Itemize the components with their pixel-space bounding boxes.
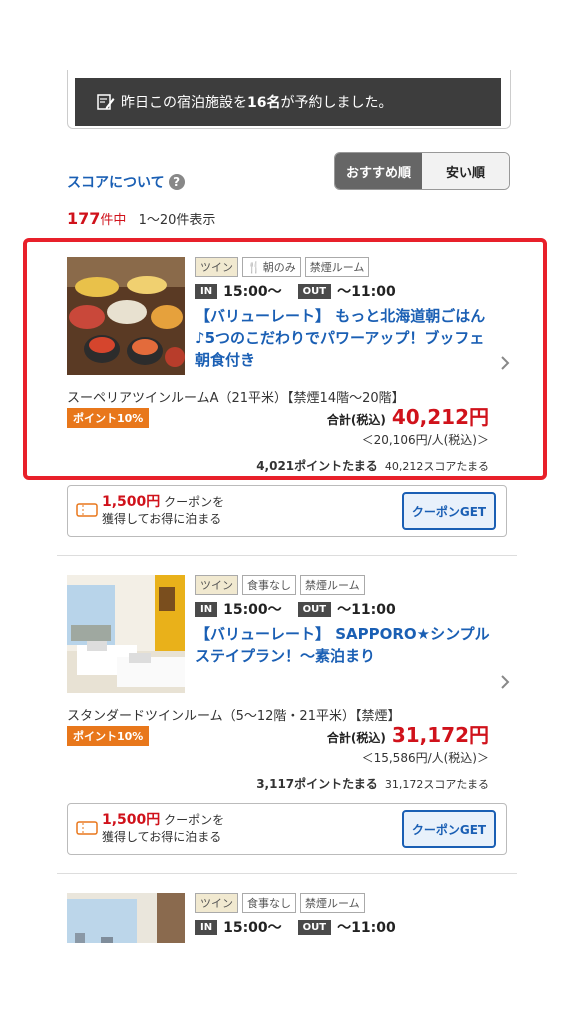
price-value: 31,172円 — [391, 723, 489, 747]
tag-meal: 食事なし — [242, 893, 296, 913]
result-unit: 件中 — [100, 213, 127, 228]
plan-card[interactable]: ツイン 食事なし 禁煙ルーム IN 15:00〜 OUT 〜11:00 — [67, 893, 517, 943]
notice-post: が予約しました。 — [280, 95, 393, 111]
coupon-amount: 1,500円 — [102, 494, 161, 510]
score-amount: 31,172 — [384, 778, 424, 791]
total-label: 合計(税込) — [326, 731, 386, 745]
checkin-badge: IN — [195, 601, 218, 617]
booking-notice-banner: 昨日この宿泊施設を 16名 が予約しました。 — [75, 78, 501, 126]
result-count: 177件中 1〜20件表示 — [67, 209, 215, 228]
coupon-get-button[interactable]: クーポンGET — [402, 492, 496, 530]
plan-tags: ツイン 食事なし 禁煙ルーム — [195, 575, 365, 595]
checkin-checkout: IN 15:00〜 OUT 〜11:00 — [195, 917, 396, 937]
result-total: 177 — [67, 209, 101, 228]
coupon-line2: 獲得してお得に泊まる — [102, 512, 222, 526]
sort-recommended-button[interactable]: おすすめ順 — [335, 153, 422, 189]
plan-photo-room-view — [67, 893, 185, 943]
coupon-get-button[interactable]: クーポンGET — [402, 810, 496, 848]
score-info-label: スコアについて — [67, 175, 165, 191]
checkout-time: 〜11:00 — [337, 920, 396, 936]
tag-room-type: ツイン — [195, 575, 238, 595]
score-text: スコアたまる — [423, 778, 489, 791]
points-amount: 3,117 — [256, 777, 295, 791]
coupon-line1: クーポンを — [164, 495, 225, 509]
per-person-price: ＜15,586円/人(税込)＞ — [361, 751, 489, 765]
coupon-text: 1,500円 クーポンを 獲得してお得に泊まる — [102, 494, 224, 528]
checkout-badge: OUT — [297, 601, 332, 617]
points-text: ポイントたまる — [294, 777, 378, 791]
coupon-ticket-icon — [76, 503, 98, 517]
checkout-time: 〜11:00 — [337, 602, 396, 618]
tag-room-type: ツイン — [195, 893, 238, 913]
sort-cheapest-button[interactable]: 安い順 — [422, 153, 509, 189]
notice-count: 16名 — [247, 95, 281, 111]
coupon-amount: 1,500円 — [102, 812, 161, 828]
total-price: 合計(税込) 31,172円 — [327, 719, 489, 748]
checkin-time: 15:00〜 — [223, 602, 282, 618]
score-info-link[interactable]: スコアについて ? — [67, 172, 185, 192]
checkin-checkout: IN 15:00〜 OUT 〜11:00 — [195, 599, 396, 619]
notice-pre: 昨日この宿泊施設を — [121, 95, 247, 111]
sort-toggle: おすすめ順 安い順 — [334, 152, 510, 190]
tag-meal: 食事なし — [242, 575, 296, 595]
plan-card[interactable]: ツイン 食事なし 禁煙ルーム IN 15:00〜 OUT 〜11:00 【バリュ… — [67, 575, 517, 792]
checkin-time: 15:00〜 — [223, 920, 282, 936]
points-earned: 3,117ポイントたまる 31,172スコアたまる — [256, 775, 489, 792]
plan-title[interactable]: 【バリューレート】 SAPPORO★シンプルステイプラン！〜素泊まり — [195, 623, 495, 667]
plan-photo-twin-room — [67, 575, 185, 693]
tag-smoking: 禁煙ルーム — [300, 893, 365, 913]
coupon-card: 1,500円 クーポンを 獲得してお得に泊まる クーポンGET — [67, 485, 507, 537]
coupon-line1: クーポンを — [164, 813, 225, 827]
coupon-line2: 獲得してお得に泊まる — [102, 830, 222, 844]
result-range: 1〜20件表示 — [138, 213, 216, 228]
coupon-ticket-icon — [76, 821, 98, 835]
points-badge: ポイント10% — [67, 726, 150, 746]
help-icon: ? — [168, 174, 185, 190]
coupon-card: 1,500円 クーポンを 獲得してお得に泊まる クーポンGET — [67, 803, 507, 855]
edit-note-icon — [97, 94, 115, 110]
coupon-text: 1,500円 クーポンを 獲得してお得に泊まる — [102, 812, 224, 846]
highlight-box — [23, 238, 547, 480]
checkout-badge: OUT — [297, 919, 332, 935]
chevron-right-icon[interactable] — [499, 673, 511, 691]
plan-tags: ツイン 食事なし 禁煙ルーム — [195, 893, 365, 913]
divider — [57, 873, 517, 874]
divider — [57, 555, 517, 556]
tag-smoking: 禁煙ルーム — [300, 575, 365, 595]
checkin-badge: IN — [195, 919, 218, 935]
